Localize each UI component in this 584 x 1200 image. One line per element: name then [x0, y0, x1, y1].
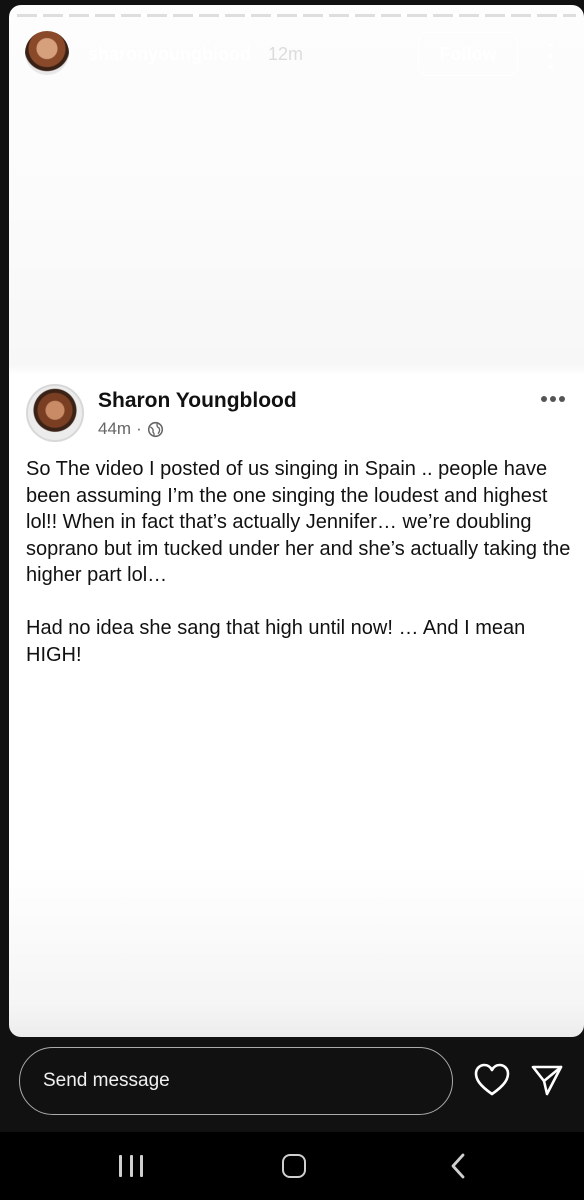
- back-icon[interactable]: [448, 1152, 468, 1180]
- more-horizontal-icon: [541, 396, 565, 402]
- post-meta: 44m ·: [98, 419, 164, 439]
- story-frame[interactable]: sharonyoungblood 12m Follow Sharon Young…: [9, 5, 584, 1037]
- recent-apps-icon[interactable]: [119, 1155, 143, 1177]
- globe-icon: [147, 421, 163, 437]
- post-author: Sharon Youngblood: [98, 389, 297, 412]
- heart-icon[interactable]: [474, 1063, 510, 1097]
- post-time: 44m: [98, 419, 132, 438]
- reply-bar: Send message: [0, 1037, 584, 1135]
- story-progress-segments: [17, 14, 576, 17]
- story-username[interactable]: sharonyoungblood: [88, 44, 251, 65]
- post-separator: ·: [136, 419, 142, 438]
- follow-button[interactable]: Follow: [418, 32, 518, 76]
- story-header: sharonyoungblood 12m Follow: [25, 31, 570, 79]
- story-time: 12m: [268, 44, 304, 64]
- send-icon[interactable]: [530, 1063, 564, 1097]
- system-nav-bar: [0, 1132, 584, 1200]
- send-message-input[interactable]: Send message: [19, 1047, 453, 1115]
- post-avatar: [26, 384, 84, 442]
- home-icon[interactable]: [282, 1154, 306, 1178]
- more-vertical-icon[interactable]: [546, 43, 556, 69]
- story-avatar[interactable]: [25, 31, 69, 75]
- post-text: So The video I posted of us singing in S…: [26, 458, 571, 666]
